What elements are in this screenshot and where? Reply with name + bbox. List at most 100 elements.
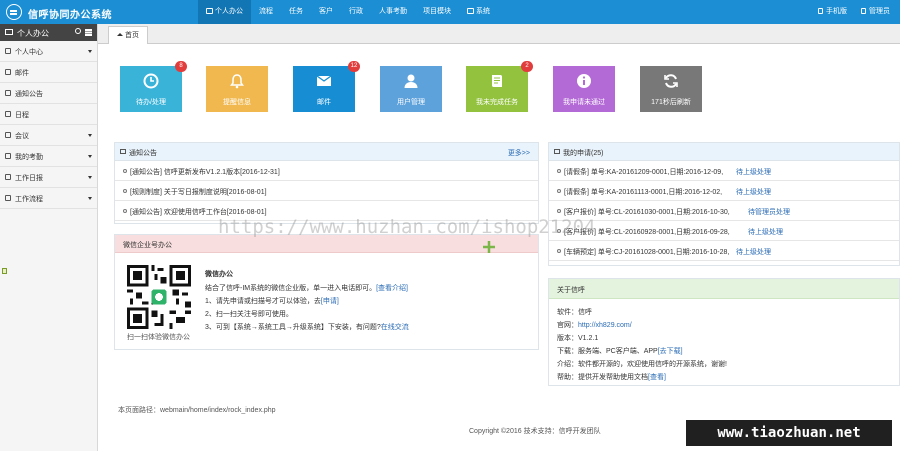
topnav-label: 行政 bbox=[349, 8, 363, 15]
topnav-customers[interactable]: 客户 bbox=[311, 0, 341, 24]
wechat-line-1: 结合了信呼-IM系统的微信企业版，单一进入电话即可。[查看介绍] bbox=[205, 283, 408, 293]
corner-watermark: www.tiaozhuan.net bbox=[686, 420, 892, 446]
panel-title: 我的申请(25) bbox=[563, 150, 604, 157]
volume-icon bbox=[120, 149, 126, 154]
top-right-menu: 手机版 管理员 bbox=[818, 0, 890, 24]
folder-icon bbox=[5, 132, 11, 138]
sidebar-item-schedule[interactable]: 日程 bbox=[0, 104, 97, 125]
collapse-handle[interactable] bbox=[2, 268, 7, 274]
about-value: 提供开发帮助使用文档 bbox=[578, 374, 648, 381]
tile-refresh[interactable]: 171秒后刷新 bbox=[640, 66, 702, 112]
search-icon[interactable] bbox=[75, 28, 81, 34]
qr-caption: 扫一扫体验微信办公 bbox=[127, 334, 190, 341]
notice-row[interactable]: [规则制度] 关于写日报制度说明[2016-08-01] bbox=[115, 181, 538, 201]
topnav-label: 人事考勤 bbox=[379, 8, 407, 15]
online-chat-link[interactable]: 在线交流 bbox=[381, 324, 409, 331]
user-icon bbox=[5, 48, 11, 54]
tab-home[interactable]: 首页 bbox=[108, 26, 148, 44]
user-menu[interactable]: 管理员 bbox=[861, 0, 890, 24]
topnav-admin[interactable]: 行政 bbox=[341, 0, 371, 24]
about-value: V1.2.1 bbox=[578, 335, 599, 342]
notice-text: [通知公告] 信呼更新发布V1.2.1版本[2016-12-31] bbox=[130, 169, 280, 176]
mobile-icon bbox=[818, 8, 823, 14]
view-intro-link[interactable]: [查看介绍] bbox=[376, 285, 408, 292]
application-row[interactable]: [客户报价] 单号:CL-20160928-0001,日期:2016-09-28… bbox=[549, 221, 899, 241]
topnav-system[interactable]: 系统 bbox=[459, 0, 498, 24]
app-title: 信呼协同办公系统 bbox=[28, 10, 112, 21]
topnav-projects[interactable]: 项目模块 bbox=[415, 0, 459, 24]
apply-link[interactable]: [申请] bbox=[321, 298, 339, 305]
wechat-text: 结合了信呼-IM系统的微信企业版，单一进入电话即可。 bbox=[205, 285, 377, 292]
bell-icon bbox=[230, 74, 244, 89]
move-cursor-icon bbox=[483, 241, 495, 253]
about-value: 服务端、PC客户端、APP bbox=[578, 348, 658, 355]
user-icon bbox=[404, 74, 418, 88]
tab-bar: 首页 bbox=[98, 24, 900, 44]
topnav-workflow[interactable]: 流程 bbox=[251, 0, 281, 24]
topnav-label: 系统 bbox=[476, 8, 490, 15]
tile-label: 提醒信息 bbox=[223, 99, 251, 106]
sidebar-item-notices[interactable]: 通知公告 bbox=[0, 83, 97, 104]
page-path: 本页面路径：webmain/home/index/rock_index.php bbox=[118, 407, 276, 414]
envelope-icon bbox=[316, 75, 332, 86]
bullet-icon bbox=[557, 169, 561, 173]
file-icon bbox=[5, 174, 11, 180]
wechat-line-4: 3、可到【系统→系统工具→升级系统】下安装，有问题?在线交流 bbox=[205, 322, 409, 332]
application-row[interactable]: [请假条] 单号:KA-20161209-0001,日期:2016-12-09,… bbox=[549, 161, 899, 181]
application-row[interactable]: [请假条] 单号:KA-20161113-0001,日期:2016-12-02,… bbox=[549, 181, 899, 201]
tile-user-management[interactable]: 用户管理 bbox=[380, 66, 442, 112]
home-icon bbox=[117, 33, 123, 36]
tile-label: 171秒后刷新 bbox=[651, 99, 691, 106]
topnav-label: 个人办公 bbox=[215, 8, 243, 15]
download-link[interactable]: [去下载] bbox=[658, 348, 683, 355]
about-label: 官网： bbox=[557, 322, 578, 329]
tile-todo[interactable]: 待办/处理 8 bbox=[120, 61, 187, 112]
sidebar-item-workflow[interactable]: 工作流程 bbox=[0, 188, 97, 209]
tile-label: 我未完成任务 bbox=[476, 99, 518, 106]
more-link[interactable]: 更多>> bbox=[508, 148, 530, 158]
sidebar-item-mail[interactable]: 邮件 bbox=[0, 62, 97, 83]
about-value: 信呼 bbox=[578, 309, 592, 316]
applications-panel: 我的申请(25) [请假条] 单号:KA-20161209-0001,日期:20… bbox=[548, 142, 900, 266]
gear-icon bbox=[467, 8, 474, 14]
menu-icon[interactable] bbox=[85, 29, 92, 31]
mobile-version-link[interactable]: 手机版 bbox=[818, 0, 847, 24]
sidebar-item-label: 通知公告 bbox=[15, 91, 43, 98]
count-badge: 12 bbox=[348, 61, 360, 72]
applications-header: 我的申请(25) bbox=[549, 143, 899, 161]
notice-row[interactable]: [通知公告] 信呼更新发布V1.2.1版本[2016-12-31] bbox=[115, 161, 538, 181]
application-row[interactable]: [客户报价] 单号:CL-20161030-0001,日期:2016-10-30… bbox=[549, 201, 899, 221]
caret-down-icon bbox=[88, 176, 92, 179]
application-status: 待上级处理 bbox=[736, 189, 771, 196]
sidebar-item-meetings[interactable]: 会议 bbox=[0, 125, 97, 146]
calendar-icon bbox=[5, 111, 11, 117]
tile-mail[interactable]: 邮件 12 bbox=[293, 61, 360, 112]
tile-label: 用户管理 bbox=[397, 99, 425, 106]
application-status: 待上级处理 bbox=[736, 169, 771, 176]
sidebar-item-attendance[interactable]: 我的考勤 bbox=[0, 146, 97, 167]
top-nav: 个人办公 流程 任务 客户 行政 人事考勤 项目模块 系统 bbox=[198, 0, 498, 24]
caret-down-icon bbox=[88, 134, 92, 137]
about-panel: 关于信呼 软件：信呼 官网：http://xh829.com/ 版本：V1.2.… bbox=[548, 278, 900, 386]
about-line: 版本：V1.2.1 bbox=[557, 333, 598, 343]
bullet-icon bbox=[557, 249, 561, 253]
about-line: 帮助：提供开发帮助使用文档[查看] bbox=[557, 372, 666, 382]
tile-reminders[interactable]: 提醒信息 bbox=[206, 66, 268, 112]
sidebar-item-daily-report[interactable]: 工作日报 bbox=[0, 167, 97, 188]
tile-unfinished-tasks[interactable]: 我未完成任务 2 bbox=[466, 61, 533, 112]
help-link[interactable]: [查看] bbox=[648, 374, 666, 381]
quick-tiles: 待办/处理 8 提醒信息 邮件 12 用户管理 我未完成任务 2 我申请未通过 … bbox=[120, 61, 702, 112]
tile-rejected-applications[interactable]: 我申请未通过 bbox=[553, 66, 615, 112]
topnav-hr[interactable]: 人事考勤 bbox=[371, 0, 415, 24]
list-icon bbox=[554, 149, 560, 154]
sidebar-item-personal-center[interactable]: 个人中心 bbox=[0, 41, 97, 62]
application-text: [请假条] 单号:KA-20161209-0001,日期:2016-12-09, bbox=[564, 169, 724, 176]
topnav-personal-office[interactable]: 个人办公 bbox=[198, 0, 251, 24]
tile-label: 邮件 bbox=[317, 99, 331, 106]
bullet-icon bbox=[557, 209, 561, 213]
topnav-tasks[interactable]: 任务 bbox=[281, 0, 311, 24]
website-link[interactable]: http://xh829.com/ bbox=[578, 322, 632, 329]
sidebar-item-label: 会议 bbox=[15, 133, 29, 140]
sidebar: 个人办公 个人中心 邮件 通知公告 日程 会议 我的考勤 工作日报 工作流程 bbox=[0, 24, 98, 451]
application-row[interactable]: [车辆预定] 单号:CJ-20161028-0001,日期:2016-10-28… bbox=[549, 241, 899, 261]
